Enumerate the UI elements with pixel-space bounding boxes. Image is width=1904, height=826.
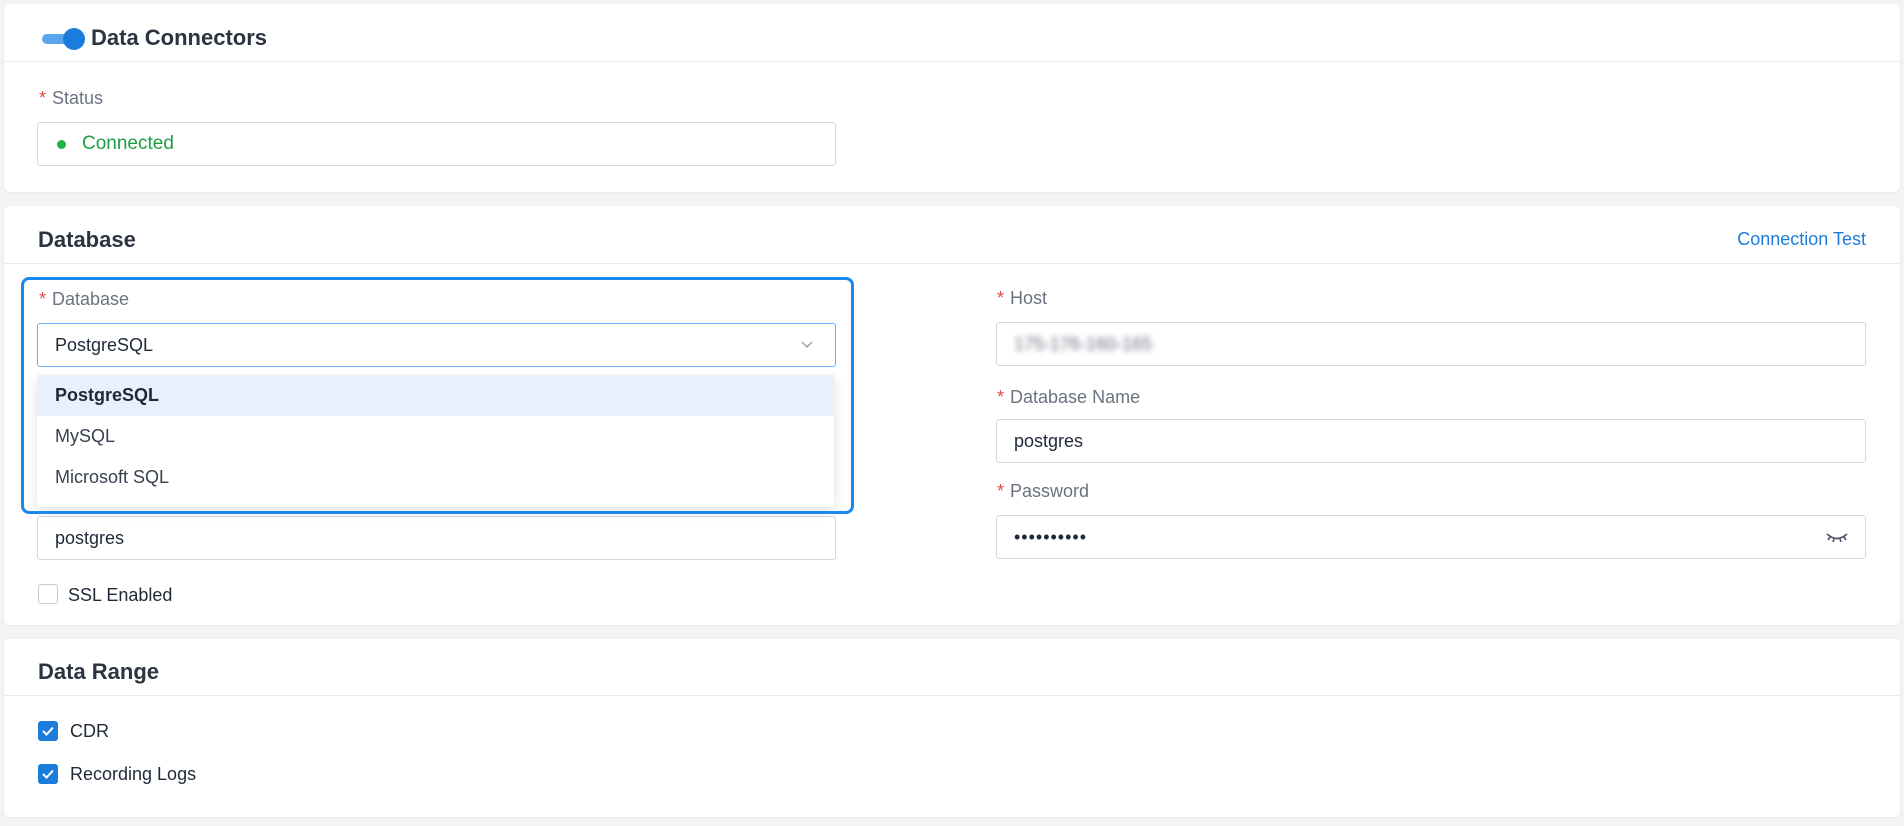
dbname-label-text: Database Name — [1010, 387, 1141, 407]
connector-title: Data Connectors — [91, 25, 268, 50]
status-value: Connected — [82, 133, 174, 154]
dropdown-option-mssql[interactable]: Microsoft SQL — [37, 457, 834, 498]
host-field[interactable]: 175-176-160-165 — [996, 322, 1866, 366]
host-value: 175-176-160-165 — [1014, 334, 1153, 354]
password-value: •••••••••• — [1014, 527, 1088, 547]
required-marker: * — [997, 481, 1005, 501]
status-label: * Status — [39, 88, 103, 109]
required-marker: * — [39, 289, 47, 309]
password-label-text: Password — [1010, 481, 1090, 501]
database-dropdown-menu: PostgreSQL MySQL Microsoft SQL — [37, 375, 834, 507]
data-range-title: Data Range — [38, 659, 160, 684]
recording-logs-checkbox[interactable] — [38, 764, 58, 784]
database-label: * Database — [39, 289, 129, 310]
eye-closed-icon[interactable] — [1825, 528, 1849, 546]
dropdown-option-mysql[interactable]: MySQL — [37, 416, 834, 457]
checkmark-icon — [42, 726, 54, 736]
host-label-text: Host — [1010, 288, 1048, 308]
database-card-header — [4, 206, 1900, 264]
connector-card: Data Connectors * Status Connected — [4, 4, 1900, 192]
required-marker: * — [39, 88, 47, 108]
status-dot-icon — [57, 140, 66, 149]
database-label-text: Database — [52, 289, 130, 309]
status-field: Connected — [37, 122, 836, 166]
status-label-text: Status — [52, 88, 104, 108]
database-select[interactable]: PostgreSQL — [37, 323, 836, 367]
recording-logs-label[interactable]: Recording Logs — [70, 764, 196, 785]
ssl-checkbox[interactable] — [38, 584, 58, 604]
connection-test-link[interactable]: Connection Test — [1737, 229, 1866, 250]
host-label: * Host — [997, 288, 1047, 309]
toggle-knob — [63, 28, 85, 50]
required-marker: * — [997, 387, 1005, 407]
dbname-label: * Database Name — [997, 387, 1140, 408]
database-select-value: PostgreSQL — [55, 335, 154, 355]
data-range-card-header — [4, 639, 1900, 696]
connector-card-header — [4, 4, 1900, 62]
cdr-checkbox[interactable] — [38, 721, 58, 741]
checkmark-icon — [42, 769, 54, 779]
data-range-card: Data Range CDR Recording Logs — [4, 639, 1900, 817]
ssl-label[interactable]: SSL Enabled — [68, 585, 172, 606]
dropdown-option-postgresql[interactable]: PostgreSQL — [37, 375, 834, 416]
database-section-title: Database — [38, 227, 136, 252]
password-field[interactable]: •••••••••• — [996, 515, 1866, 559]
chevron-down-icon — [801, 341, 813, 349]
dbname-field[interactable]: postgres — [996, 419, 1866, 463]
password-label: * Password — [997, 481, 1089, 502]
username-field[interactable]: postgres — [37, 516, 836, 560]
required-marker: * — [997, 288, 1005, 308]
connector-toggle[interactable] — [42, 28, 86, 50]
cdr-label[interactable]: CDR — [70, 721, 109, 742]
